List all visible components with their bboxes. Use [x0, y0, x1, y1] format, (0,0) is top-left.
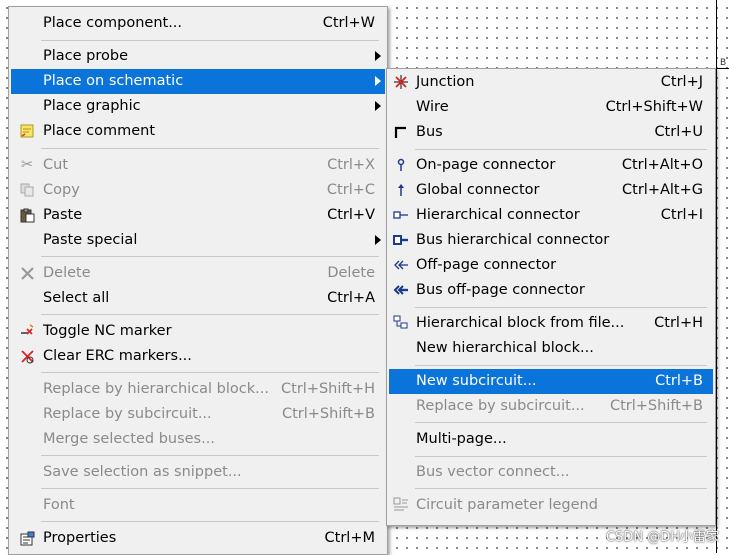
hierarchical-block-icon — [393, 315, 409, 331]
menu-item-paste[interactable]: Paste Ctrl+V — [11, 203, 385, 228]
separator — [415, 456, 707, 457]
off-page-connector-icon — [393, 257, 409, 273]
separator — [41, 455, 379, 456]
separator — [415, 365, 707, 366]
menu-item-save-selection-as-snippet[interactable]: Save selection as snippet... — [11, 460, 385, 485]
delete-x-icon — [19, 265, 35, 281]
sheet-zone-label: B — [720, 58, 727, 68]
menu-item-replace-by-hierarchical-block[interactable]: Replace by hierarchical block... Ctrl+Sh… — [11, 377, 385, 402]
menu-item-place-graphic[interactable]: Place graphic — [11, 94, 385, 119]
submenu-item-on-page-connector[interactable]: On-page connector Ctrl+Alt+O — [389, 153, 713, 178]
separator — [415, 307, 707, 308]
on-page-connector-icon — [393, 157, 409, 173]
submenu-item-wire[interactable]: Wire Ctrl+Shift+W — [389, 95, 713, 120]
menu-item-place-component[interactable]: Place component... Ctrl+W — [11, 11, 385, 36]
comment-icon — [19, 123, 35, 139]
separator — [41, 40, 379, 41]
submenu-item-circuit-parameter-legend[interactable]: Circuit parameter legend — [389, 493, 713, 518]
copy-icon — [19, 182, 35, 198]
menu-item-properties[interactable]: Properties Ctrl+M — [11, 526, 385, 551]
menu-item-toggle-nc-marker[interactable]: Toggle NC marker — [11, 319, 385, 344]
erc-marker-icon — [19, 348, 35, 364]
submenu-arrow-icon — [375, 101, 381, 111]
menu-item-cut[interactable]: ✂ Cut Ctrl+X — [11, 153, 385, 178]
menu-item-paste-special[interactable]: Paste special — [11, 228, 385, 253]
separator — [41, 372, 379, 373]
junction-icon — [393, 74, 409, 90]
submenu-item-global-connector[interactable]: Global connector Ctrl+Alt+G — [389, 178, 713, 203]
submenu-item-bus-hierarchical-connector[interactable]: Bus hierarchical connector — [389, 228, 713, 253]
separator — [415, 149, 707, 150]
bus-hierarchical-connector-icon — [393, 232, 409, 248]
separator — [415, 488, 707, 489]
submenu-item-junction[interactable]: Junction Ctrl+J — [389, 70, 713, 95]
nc-marker-icon — [19, 323, 35, 339]
separator — [41, 148, 379, 149]
separator — [415, 422, 707, 423]
submenu-item-bus-vector-connect[interactable]: Bus vector connect... — [389, 460, 713, 485]
watermark: CSDN @DH小雷家 — [606, 530, 719, 545]
menu-item-place-probe[interactable]: Place probe — [11, 44, 385, 69]
submenu-item-new-hierarchical-block[interactable]: New hierarchical block... — [389, 336, 713, 361]
menu-item-merge-selected-buses[interactable]: Merge selected buses... — [11, 427, 385, 452]
separator — [41, 314, 379, 315]
menu-item-delete[interactable]: Delete Delete — [11, 261, 385, 286]
bus-off-page-connector-icon — [393, 282, 409, 298]
submenu-item-new-subcircuit[interactable]: New subcircuit... Ctrl+B — [389, 369, 713, 394]
separator — [41, 256, 379, 257]
context-menu: Place component... Ctrl+W Place probe Pl… — [8, 6, 388, 555]
submenu-item-bus[interactable]: Bus Ctrl+U — [389, 120, 713, 145]
submenu-item-off-page-connector[interactable]: Off-page connector — [389, 253, 713, 278]
parameter-legend-icon — [393, 497, 409, 513]
submenu-arrow-icon — [375, 51, 381, 61]
submenu-arrow-icon — [375, 76, 381, 86]
scissors-icon: ✂ — [20, 157, 34, 173]
paste-icon — [19, 207, 35, 223]
menu-item-copy[interactable]: Copy Ctrl+C — [11, 178, 385, 203]
submenu-item-bus-off-page-connector[interactable]: Bus off-page connector — [389, 278, 713, 303]
submenu-item-multi-page[interactable]: Multi-page... — [389, 427, 713, 452]
menu-item-place-on-schematic[interactable]: Place on schematic — [11, 69, 385, 94]
separator — [41, 521, 379, 522]
properties-icon — [19, 530, 35, 546]
menu-item-select-all[interactable]: Select all Ctrl+A — [11, 286, 385, 311]
global-connector-icon — [393, 182, 409, 198]
menu-item-clear-erc-markers[interactable]: Clear ERC markers... — [11, 344, 385, 369]
bus-icon — [393, 124, 409, 140]
submenu-arrow-icon — [375, 235, 381, 245]
menu-item-font[interactable]: Font — [11, 493, 385, 518]
sheet-border-vertical — [716, 0, 717, 553]
separator — [41, 488, 379, 489]
sheet-border-horizontal — [716, 68, 729, 69]
submenu-item-hierarchical-connector[interactable]: Hierarchical connector Ctrl+I — [389, 203, 713, 228]
submenu-item-hierarchical-block-from-file[interactable]: Hierarchical block from file... Ctrl+H — [389, 311, 713, 336]
menu-item-replace-by-subcircuit[interactable]: Replace by subcircuit... Ctrl+Shift+B — [11, 402, 385, 427]
place-on-schematic-submenu: Junction Ctrl+J Wire Ctrl+Shift+W Bus Ct… — [386, 68, 716, 526]
menu-item-place-comment[interactable]: Place comment — [11, 119, 385, 144]
submenu-item-replace-by-subcircuit[interactable]: Replace by subcircuit... Ctrl+Shift+B — [389, 394, 713, 419]
hierarchical-connector-icon — [393, 207, 409, 223]
